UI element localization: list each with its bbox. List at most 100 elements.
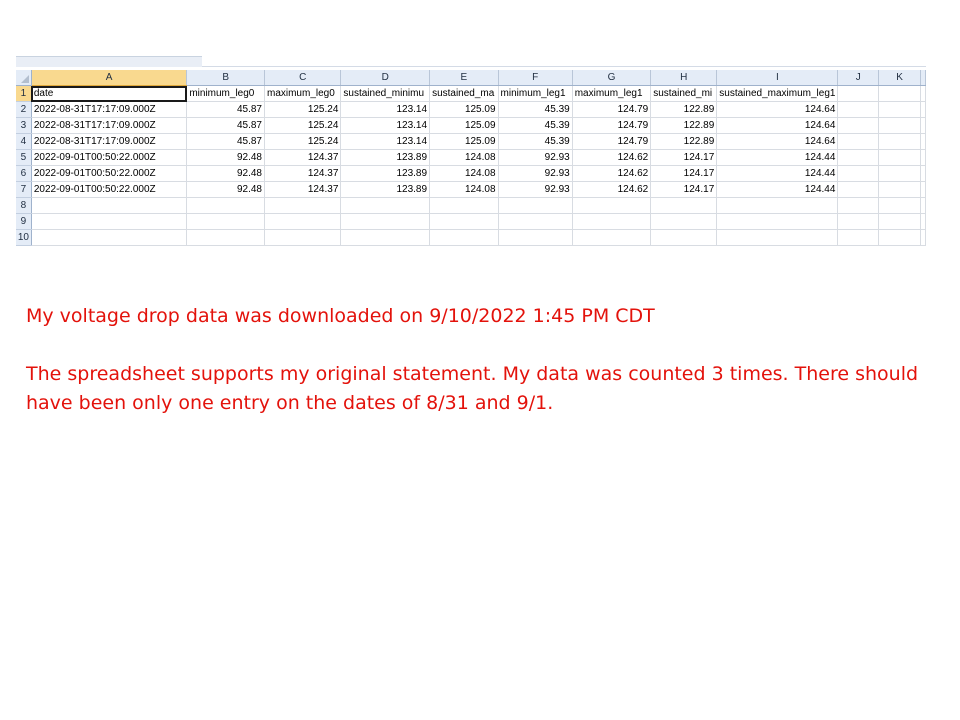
cell-a1[interactable]: date <box>31 85 188 102</box>
cell-h9[interactable] <box>650 213 718 230</box>
cell-j4[interactable] <box>837 133 880 150</box>
cell-a6[interactable]: 2022-09-01T00:50:22.000Z <box>31 165 188 182</box>
cell-a4[interactable]: 2022-08-31T17:17:09.000Z <box>31 133 188 150</box>
cell-h10[interactable] <box>650 229 718 246</box>
column-header-d[interactable]: D <box>340 70 431 86</box>
cell-d6[interactable]: 123.89 <box>340 165 431 182</box>
cell-g2[interactable]: 124.79 <box>572 101 652 118</box>
cell-a10[interactable] <box>31 229 188 246</box>
cell-k1[interactable] <box>878 85 921 102</box>
cell-g10[interactable] <box>572 229 652 246</box>
cell-e3[interactable]: 125.09 <box>429 117 499 134</box>
row-header[interactable]: 1 <box>16 85 32 102</box>
cell-a8[interactable] <box>31 197 188 214</box>
cell-i2[interactable]: 124.64 <box>716 101 839 118</box>
row-header[interactable]: 4 <box>16 133 32 150</box>
cell-a5[interactable]: 2022-09-01T00:50:22.000Z <box>31 149 188 166</box>
cell-k7[interactable] <box>878 181 921 198</box>
column-header-h[interactable]: H <box>650 70 718 86</box>
cell-b1[interactable]: minimum_leg0 <box>186 85 265 102</box>
cell-j10[interactable] <box>837 229 880 246</box>
cell-i7[interactable]: 124.44 <box>716 181 839 198</box>
select-all-corner[interactable] <box>16 70 32 86</box>
column-header-e[interactable]: E <box>429 70 499 86</box>
cell-g4[interactable]: 124.79 <box>572 133 652 150</box>
cell-c6[interactable]: 124.37 <box>264 165 342 182</box>
cell-a7[interactable]: 2022-09-01T00:50:22.000Z <box>31 181 188 198</box>
cell-c4[interactable]: 125.24 <box>264 133 342 150</box>
cell-a3[interactable]: 2022-08-31T17:17:09.000Z <box>31 117 188 134</box>
cell-e6[interactable]: 124.08 <box>429 165 499 182</box>
cell-e2[interactable]: 125.09 <box>429 101 499 118</box>
cell-k10[interactable] <box>878 229 921 246</box>
cell-h8[interactable] <box>650 197 718 214</box>
cell-h5[interactable]: 124.17 <box>650 149 718 166</box>
cell-b8[interactable] <box>186 197 265 214</box>
cell-b5[interactable]: 92.48 <box>186 149 265 166</box>
cell-j5[interactable] <box>837 149 880 166</box>
cell-a2[interactable]: 2022-08-31T17:17:09.000Z <box>31 101 188 118</box>
cell-b9[interactable] <box>186 213 265 230</box>
cell-k9[interactable] <box>878 213 921 230</box>
cell-j7[interactable] <box>837 181 880 198</box>
cell-j6[interactable] <box>837 165 880 182</box>
cell-h3[interactable]: 122.89 <box>650 117 718 134</box>
column-header-a[interactable]: A <box>31 70 188 86</box>
row-header[interactable]: 9 <box>16 213 32 230</box>
row-header[interactable]: 8 <box>16 197 32 214</box>
cell-d1[interactable]: sustained_minimu <box>340 85 431 102</box>
column-header-f[interactable]: F <box>498 70 573 86</box>
column-header-g[interactable]: G <box>572 70 652 86</box>
cell-b6[interactable]: 92.48 <box>186 165 265 182</box>
cell-c3[interactable]: 125.24 <box>264 117 342 134</box>
cell-j9[interactable] <box>837 213 880 230</box>
cell-g6[interactable]: 124.62 <box>572 165 652 182</box>
cell-h4[interactable]: 122.89 <box>650 133 718 150</box>
cell-d7[interactable]: 123.89 <box>340 181 431 198</box>
cell-i8[interactable] <box>716 197 839 214</box>
row-header[interactable]: 2 <box>16 101 32 118</box>
cell-c5[interactable]: 124.37 <box>264 149 342 166</box>
cell-d10[interactable] <box>340 229 431 246</box>
cell-d9[interactable] <box>340 213 431 230</box>
row-header[interactable]: 10 <box>16 229 32 246</box>
column-header-c[interactable]: C <box>264 70 342 86</box>
cell-e4[interactable]: 125.09 <box>429 133 499 150</box>
cell-i3[interactable]: 124.64 <box>716 117 839 134</box>
row-header[interactable]: 5 <box>16 149 32 166</box>
cell-e7[interactable]: 124.08 <box>429 181 499 198</box>
cell-k3[interactable] <box>878 117 921 134</box>
cell-j1[interactable] <box>837 85 880 102</box>
cell-c8[interactable] <box>264 197 342 214</box>
cell-i6[interactable]: 124.44 <box>716 165 839 182</box>
cell-k2[interactable] <box>878 101 921 118</box>
cell-c9[interactable] <box>264 213 342 230</box>
cell-i4[interactable]: 124.64 <box>716 133 839 150</box>
cell-f10[interactable] <box>498 229 573 246</box>
cell-c10[interactable] <box>264 229 342 246</box>
cell-j3[interactable] <box>837 117 880 134</box>
cell-b4[interactable]: 45.87 <box>186 133 265 150</box>
cell-b10[interactable] <box>186 229 265 246</box>
cell-i9[interactable] <box>716 213 839 230</box>
cell-f4[interactable]: 45.39 <box>498 133 573 150</box>
cell-g1[interactable]: maximum_leg1 <box>572 85 652 102</box>
cell-d2[interactable]: 123.14 <box>340 101 431 118</box>
cell-k4[interactable] <box>878 133 921 150</box>
cell-d8[interactable] <box>340 197 431 214</box>
cell-f1[interactable]: minimum_leg1 <box>498 85 573 102</box>
cell-h7[interactable]: 124.17 <box>650 181 718 198</box>
cell-a9[interactable] <box>31 213 188 230</box>
cell-g9[interactable] <box>572 213 652 230</box>
cell-b2[interactable]: 45.87 <box>186 101 265 118</box>
cell-e8[interactable] <box>429 197 499 214</box>
cell-f2[interactable]: 45.39 <box>498 101 573 118</box>
cell-k5[interactable] <box>878 149 921 166</box>
column-header-b[interactable]: B <box>186 70 265 86</box>
cell-i1[interactable]: sustained_maximum_leg1 <box>716 85 839 102</box>
row-header[interactable]: 6 <box>16 165 32 182</box>
cell-e1[interactable]: sustained_ma <box>429 85 499 102</box>
column-header-j[interactable]: J <box>837 70 880 86</box>
cell-c2[interactable]: 125.24 <box>264 101 342 118</box>
cell-i10[interactable] <box>716 229 839 246</box>
